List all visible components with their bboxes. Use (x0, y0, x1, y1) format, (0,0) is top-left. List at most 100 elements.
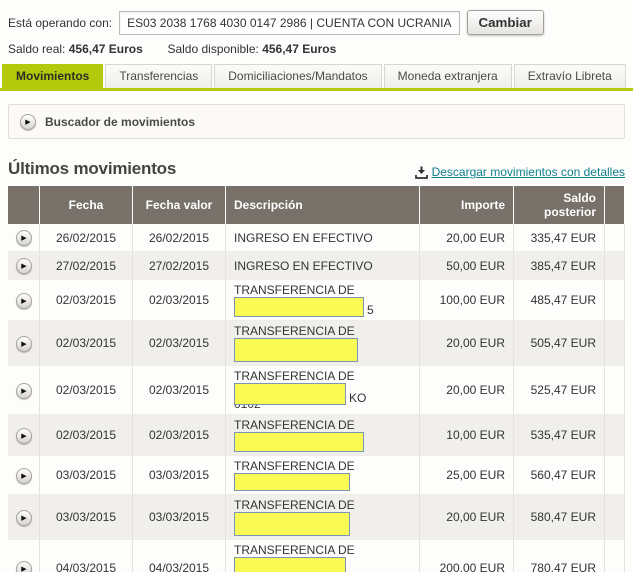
download-movements-link[interactable]: Descargar movimientos con detalles (414, 165, 625, 179)
saldo-disponible-value: 456,47 Euros (262, 42, 337, 56)
importe-cell: 50,00 EUR (420, 252, 514, 280)
expand-row-icon[interactable]: ▶ (16, 467, 32, 484)
importe-cell: 10,00 EUR (420, 415, 514, 456)
descripcion-trailing-text: KO (349, 391, 367, 405)
table-row: ▶ 02/03/2015 02/03/2015 TRANSFERENCIA DE 10,… (8, 415, 625, 456)
descripcion-cell: INGRESO EN EFECTIVO (226, 252, 420, 280)
expand-cell: ▶ (8, 224, 40, 252)
expand-cell: ▶ (8, 252, 40, 280)
expand-cell: ▶ (8, 415, 40, 456)
descripcion-cell: TRANSFERENCIA DE (226, 321, 420, 366)
tab-extravio-libreta[interactable]: Extravío Libreta (513, 64, 626, 88)
expand-cell: ▶ (8, 456, 40, 495)
redaction-box (234, 473, 350, 491)
fecha-valor-cell: 02/03/2015 (133, 366, 226, 415)
importe-cell: 20,00 EUR (420, 366, 514, 415)
fecha-valor-cell: 03/03/2015 (133, 495, 226, 540)
saldo-posterior-cell: 780,47 EUR (514, 540, 605, 572)
account-selector[interactable]: ES03 2038 1768 4030 0147 2986 | CUENTA C… (119, 10, 460, 35)
saldo-posterior-cell: 385,47 EUR (514, 252, 605, 280)
table-row: ▶ 02/03/2015 02/03/2015 TRANSFERENCIA DE 20,… (8, 321, 625, 366)
fecha-valor-cell: 02/03/2015 (133, 280, 226, 321)
column-header-expand (8, 186, 40, 224)
column-header-end-spacer (605, 186, 625, 224)
expand-row-icon[interactable]: ▶ (16, 230, 32, 246)
page-title: Últimos movimientos (8, 159, 177, 178)
saldo-posterior-cell: 525,47 EUR (514, 366, 605, 415)
tab-moneda-extranjera[interactable]: Moneda extranjera (383, 64, 512, 88)
balances-bar: Saldo real: 456,47 Euros Saldo disponibl… (8, 42, 625, 56)
expand-cell: ▶ (8, 280, 40, 321)
expand-row-icon[interactable]: ▶ (16, 427, 32, 444)
expand-row-icon[interactable]: ▶ (16, 292, 32, 309)
end-spacer-cell (605, 415, 625, 456)
expand-row-icon[interactable]: ▶ (16, 382, 32, 399)
expand-cell: ▶ (8, 540, 40, 572)
saldo-posterior-cell: 580,47 EUR (514, 495, 605, 540)
download-link-label[interactable]: Descargar movimientos con detalles (432, 165, 625, 179)
descripcion-fragment-text: 0102 (234, 405, 411, 411)
redaction-line (234, 512, 411, 536)
saldo-real-label: Saldo real: (8, 42, 66, 56)
descripcion-cell: TRANSFERENCIA DE (226, 495, 420, 540)
descripcion-text: INGRESO EN EFECTIVO (234, 230, 373, 245)
fecha-cell: 02/03/2015 (40, 415, 133, 456)
table-row: ▶ 02/03/2015 02/03/2015 TRANSFERENCIA DE 5 10… (8, 280, 625, 321)
saldo-posterior-cell: 335,47 EUR (514, 224, 605, 252)
fecha-cell: 03/03/2015 (40, 456, 133, 495)
descripcion-text: INGRESO EN EFECTIVO (234, 258, 373, 273)
descripcion-cell: TRANSFERENCIA DE (226, 415, 420, 456)
end-spacer-cell (605, 456, 625, 495)
fecha-cell: 04/03/2015 (40, 540, 133, 572)
redaction-line: KO (234, 383, 411, 405)
fecha-valor-cell: 02/03/2015 (133, 415, 226, 456)
tab-bar: Movimientos Transferencias Domiciliacion… (0, 64, 633, 88)
expand-cell: ▶ (8, 321, 40, 366)
fecha-valor-cell: 27/02/2015 (133, 252, 226, 280)
fecha-cell: 02/03/2015 (40, 280, 133, 321)
movements-table-body: ▶ 26/02/2015 26/02/2015 INGRESO EN EFECTIVO… (8, 224, 625, 572)
redaction-line (234, 338, 411, 362)
active-tab-underline (0, 88, 633, 91)
descripcion-cell: INGRESO EN EFECTIVO (226, 224, 420, 252)
table-row: ▶ 03/03/2015 03/03/2015 TRANSFERENCIA DE 25,… (8, 456, 625, 495)
table-row: ▶ 26/02/2015 26/02/2015 INGRESO EN EFECTIVO… (8, 224, 625, 252)
expand-arrow-icon: ▶ (20, 113, 36, 130)
redaction-line (234, 432, 411, 452)
fecha-cell: 03/03/2015 (40, 495, 133, 540)
movements-table: Fecha Fecha valor Descripción Importe Sa… (8, 186, 625, 572)
column-header-saldo-posterior: Saldo posterior (514, 186, 605, 224)
importe-cell: 100,00 EUR (420, 280, 514, 321)
redaction-box (234, 557, 346, 572)
tab-transferencias[interactable]: Transferencias (105, 64, 213, 88)
column-header-descripcion: Descripción (226, 186, 420, 224)
table-row: ▶ 27/02/2015 27/02/2015 INGRESO EN EFECTIVO… (8, 252, 625, 280)
redaction-line: VA (234, 557, 411, 572)
table-row: ▶ 02/03/201502/03/2015 TRANSFERENCIA DE KO0… (8, 366, 625, 415)
saldo-posterior-cell: 560,47 EUR (514, 456, 605, 495)
expand-row-icon[interactable]: ▶ (16, 335, 32, 352)
movement-search-expander[interactable]: ▶ Buscador de movimientos (8, 104, 625, 139)
end-spacer-cell (605, 366, 625, 415)
table-row: ▶04/03/201504/03/2015TRANSFERENCIA DEVA2… (8, 540, 625, 572)
end-spacer-cell (605, 280, 625, 321)
saldo-posterior-cell: 535,47 EUR (514, 415, 605, 456)
saldo-posterior-cell: 505,47 EUR (514, 321, 605, 366)
tab-domiciliaciones-mandatos[interactable]: Domiciliaciones/Mandatos (214, 64, 382, 88)
descripcion-trailing-text: 5 (367, 303, 374, 317)
descripcion-cell: TRANSFERENCIA DE (226, 456, 420, 495)
descripcion-cell: TRANSFERENCIA DEVA (226, 540, 420, 572)
download-icon (414, 166, 428, 179)
expand-row-icon[interactable]: ▶ (16, 560, 32, 572)
tab-movimientos[interactable]: Movimientos (2, 64, 104, 88)
change-account-button[interactable]: Cambiar (466, 10, 544, 35)
fecha-cell: 26/02/2015 (40, 224, 133, 252)
table-row: ▶ 03/03/2015 03/03/2015 TRANSFERENCIA DE 20,… (8, 495, 625, 540)
importe-cell: 25,00 EUR (420, 456, 514, 495)
end-spacer-cell (605, 224, 625, 252)
saldo-real-value: 456,47 Euros (68, 42, 143, 56)
fecha-valor-cell: 02/03/2015 (133, 321, 226, 366)
expand-row-icon[interactable]: ▶ (16, 258, 32, 274)
expand-row-icon[interactable]: ▶ (16, 509, 32, 526)
descripcion-text: TRANSFERENCIA DE (234, 283, 355, 297)
